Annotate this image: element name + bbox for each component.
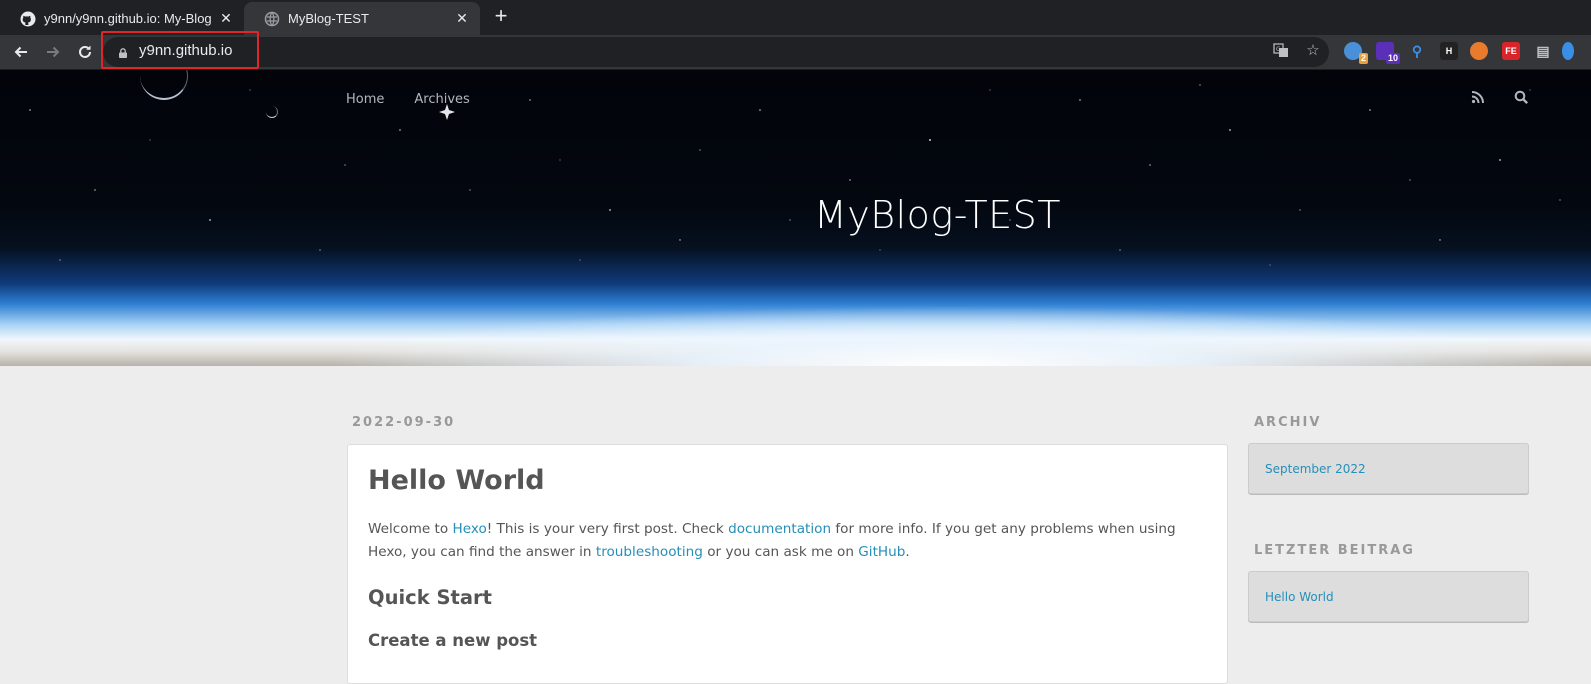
site-banner: Home Archives MyBlog-TEST — [0, 70, 1591, 366]
archive-widget-title: ARCHIV — [1254, 415, 1322, 430]
extension-2-icon[interactable]: 10 — [1376, 42, 1400, 64]
post-title[interactable]: Hello World — [368, 465, 1207, 496]
extension-3-icon[interactable]: ⚲ — [1408, 42, 1426, 60]
extension-4-icon[interactable]: H — [1440, 42, 1458, 60]
github-icon — [20, 11, 36, 27]
archive-widget: September 2022 — [1248, 443, 1529, 494]
create-post-heading: Create a new post — [368, 631, 538, 650]
intro-text: or you can ask me on — [702, 544, 859, 560]
rss-icon[interactable] — [1471, 90, 1487, 106]
recent-post-link-hello-world[interactable]: Hello World — [1265, 590, 1334, 604]
globe-icon — [264, 11, 280, 27]
new-tab-icon[interactable]: + — [490, 5, 512, 28]
moon-graphic — [266, 106, 278, 118]
close-tab-icon[interactable]: ✕ — [454, 10, 470, 26]
site-title[interactable]: MyBlog-TEST — [0, 193, 1591, 237]
recent-posts-widget: Hello World — [1248, 571, 1529, 622]
intro-text: ! This is your very first post. Check — [486, 521, 729, 537]
extension-5-icon[interactable] — [1470, 42, 1488, 60]
extension-6-icon[interactable]: FE — [1502, 42, 1520, 60]
reload-icon[interactable] — [73, 40, 97, 64]
svg-text:G: G — [1276, 46, 1281, 53]
nav-archives-link[interactable]: Archives — [414, 92, 469, 107]
intro-text: Welcome to — [368, 521, 453, 537]
tab-myblog[interactable]: MyBlog-TEST ✕ — [244, 2, 480, 35]
quick-start-heading: Quick Start — [368, 586, 492, 609]
url-text[interactable]: y9nn.github.io — [139, 42, 232, 59]
lock-icon[interactable] — [118, 45, 128, 58]
address-bar[interactable] — [103, 37, 1329, 67]
post-intro: Welcome to Hexo! This is your very first… — [368, 518, 1207, 564]
main-nav: Home Archives — [346, 92, 470, 107]
back-icon[interactable] — [9, 40, 33, 64]
intro-text: . — [905, 544, 910, 560]
post-date[interactable]: 2022-09-30 — [352, 415, 455, 430]
github-link[interactable]: GitHub — [858, 544, 905, 560]
hexo-link[interactable]: Hexo — [452, 521, 486, 537]
troubleshooting-link[interactable]: troubleshooting — [596, 544, 703, 560]
close-tab-icon[interactable]: ✕ — [218, 10, 234, 26]
recent-posts-widget-title: LETZTER BEITRAG — [1254, 543, 1415, 558]
tab-title: MyBlog-TEST — [288, 11, 369, 26]
tab-title: y9nn/y9nn.github.io: My-Blog — [44, 11, 212, 26]
nav-home-link[interactable]: Home — [346, 92, 384, 107]
extension-7-icon[interactable]: ▤ — [1534, 42, 1552, 60]
bookmark-star-icon[interactable]: ☆ — [1304, 42, 1322, 60]
extension-1-icon[interactable]: 2 — [1344, 42, 1368, 64]
documentation-link[interactable]: documentation — [728, 521, 831, 537]
extension-8-icon[interactable] — [1562, 42, 1574, 60]
forward-icon[interactable] — [41, 40, 65, 64]
post-article: Hello World Welcome to Hexo! This is you… — [347, 444, 1228, 684]
archive-link-september-2022[interactable]: September 2022 — [1265, 462, 1366, 476]
search-icon[interactable] — [1514, 90, 1530, 106]
browser-tab-bar: y9nn/y9nn.github.io: My-Blog ✕ MyBlog-TE… — [0, 0, 1591, 35]
translate-icon[interactable]: G — [1272, 42, 1290, 60]
